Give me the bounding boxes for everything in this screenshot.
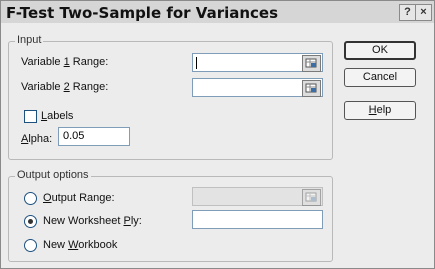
input-group-label: Input xyxy=(15,34,44,46)
variable-1-range-label: Variable 1 Range: xyxy=(21,56,109,68)
new-workbook-label[interactable]: New Workbook xyxy=(43,239,117,251)
labels-checkbox-label[interactable]: Labels xyxy=(41,110,73,122)
range-select-icon xyxy=(305,83,317,93)
title-bar: F-Test Two-Sample for Variances ? × xyxy=(1,1,434,23)
output-range-radio[interactable] xyxy=(24,192,37,205)
help-button[interactable]: Help xyxy=(344,101,416,120)
ok-button[interactable]: OK xyxy=(344,41,416,60)
variable-2-range-picker-button[interactable] xyxy=(302,80,321,97)
variable-1-range-picker-button[interactable] xyxy=(302,55,321,72)
new-worksheet-ply-input[interactable] xyxy=(192,210,323,229)
dialog-title: F-Test Two-Sample for Variances xyxy=(6,4,279,22)
output-options-label: Output options xyxy=(15,169,91,181)
text-caret xyxy=(196,57,197,69)
variable-2-range-label: Variable 2 Range: xyxy=(21,81,109,93)
alpha-label: Alpha: xyxy=(21,133,53,145)
output-range-label[interactable]: Output Range: xyxy=(43,192,115,204)
new-worksheet-ply-radio[interactable] xyxy=(24,215,37,228)
alpha-input[interactable]: 0.05 xyxy=(58,127,130,146)
labels-checkbox[interactable] xyxy=(24,110,37,123)
f-test-dialog: F-Test Two-Sample for Variances ? × Inpu… xyxy=(0,0,435,269)
range-select-icon xyxy=(305,192,317,202)
range-select-icon xyxy=(305,58,317,68)
cancel-button[interactable]: Cancel xyxy=(344,68,416,87)
new-workbook-radio[interactable] xyxy=(24,239,37,252)
close-icon[interactable]: × xyxy=(415,4,432,21)
new-worksheet-ply-label[interactable]: New Worksheet Ply: xyxy=(43,215,142,227)
help-icon[interactable]: ? xyxy=(399,4,416,21)
output-range-picker-button xyxy=(302,189,321,206)
